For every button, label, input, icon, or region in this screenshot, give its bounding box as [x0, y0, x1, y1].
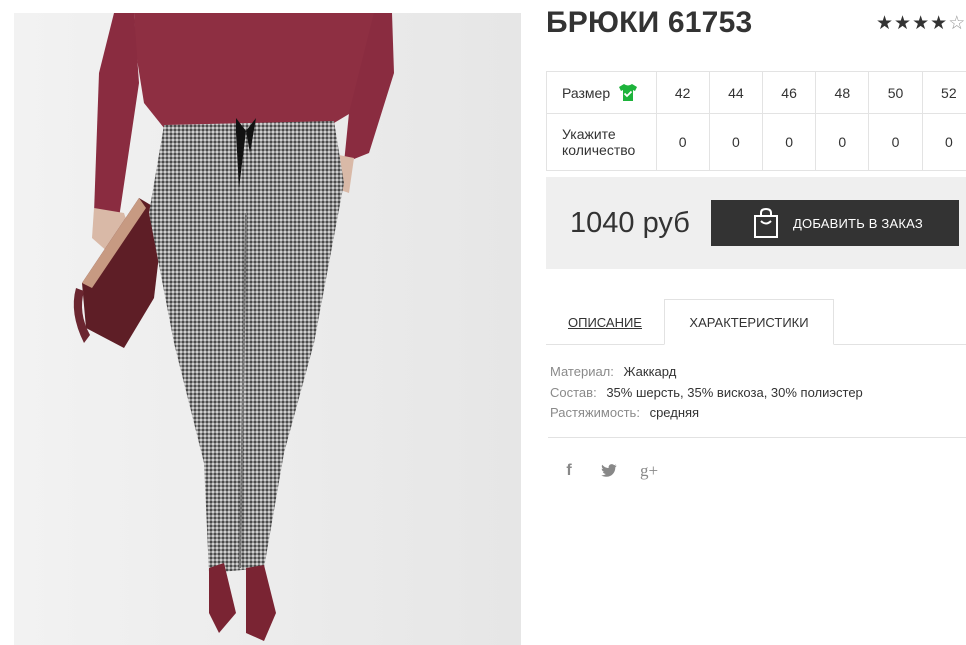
size-cell[interactable]: 52: [921, 71, 966, 114]
facebook-icon[interactable]: f: [560, 460, 578, 482]
size-header-cell: Размер: [546, 71, 657, 114]
product-photo[interactable]: [14, 13, 521, 645]
star-icon: ★: [894, 13, 913, 34]
googleplus-icon[interactable]: g+: [640, 460, 658, 482]
quantity-input[interactable]: 0: [921, 113, 966, 171]
add-to-order-label: ДОБАВИТЬ В ЗАКАЗ: [793, 215, 923, 231]
product-title: БРЮКИ 61753: [546, 6, 753, 39]
spec-value: средняя: [649, 405, 700, 420]
spec-row: Состав: 35% шерсть, 35% вискоза, 30% пол…: [550, 383, 863, 404]
social-share: f g+: [560, 460, 658, 482]
tab-description[interactable]: ОПИСАНИЕ: [546, 299, 664, 345]
quantity-input[interactable]: 0: [655, 113, 710, 171]
size-label: Размер: [562, 84, 611, 101]
size-cell[interactable]: 44: [708, 71, 763, 114]
spec-label: Растяжимость:: [550, 405, 640, 420]
quantity-label: Укажите количество: [546, 113, 657, 171]
add-to-order-button[interactable]: ДОБАВИТЬ В ЗАКАЗ: [711, 200, 959, 246]
size-cell[interactable]: 42: [655, 71, 710, 114]
buy-box: 1040 руб ДОБАВИТЬ В ЗАКАЗ: [546, 177, 966, 269]
quantity-row: Укажите количество 0 0 0 0 0 0: [546, 113, 966, 171]
product-rating[interactable]: ★★★★☆: [876, 12, 966, 35]
shirt-check-icon[interactable]: [618, 83, 638, 102]
star-empty-icon: ☆: [948, 13, 966, 34]
spec-label: Материал:: [550, 364, 614, 379]
tab-characteristics[interactable]: ХАРАКТЕРИСТИКИ: [664, 299, 834, 345]
size-cell[interactable]: 50: [868, 71, 923, 114]
spec-label: Состав:: [550, 384, 597, 400]
divider: [548, 437, 966, 438]
spec-row: Материал: Жаккард: [550, 362, 863, 383]
twitter-icon[interactable]: [600, 460, 618, 482]
size-cell[interactable]: 48: [815, 71, 870, 114]
star-icon: ★: [912, 13, 931, 34]
price: 1040 руб: [570, 207, 690, 239]
spec-value: Жаккард: [623, 364, 677, 379]
star-icon: ★: [930, 13, 949, 34]
characteristics-list: Материал: Жаккард Состав: 35% шерсть, 35…: [550, 362, 863, 424]
quantity-input[interactable]: 0: [761, 113, 817, 171]
product-tabs: ОПИСАНИЕ ХАРАКТЕРИСТИКИ: [546, 299, 966, 345]
spec-value: 35% шерсть, 35% вискоза, 30% полиэстер: [606, 384, 863, 400]
size-row: Размер 42 44 46 48 50 52: [546, 71, 966, 114]
shopping-bag-icon: [754, 207, 778, 238]
spec-row: Растяжимость: средняя: [550, 403, 863, 424]
size-cell[interactable]: 46: [761, 71, 817, 114]
quantity-input[interactable]: 0: [708, 113, 763, 171]
star-icon: ★: [876, 13, 895, 34]
quantity-input[interactable]: 0: [815, 113, 870, 171]
size-quantity-table: Размер 42 44 46 48 50 52 Укажите количес…: [546, 71, 966, 171]
product-image: [14, 13, 521, 645]
quantity-input[interactable]: 0: [868, 113, 923, 171]
